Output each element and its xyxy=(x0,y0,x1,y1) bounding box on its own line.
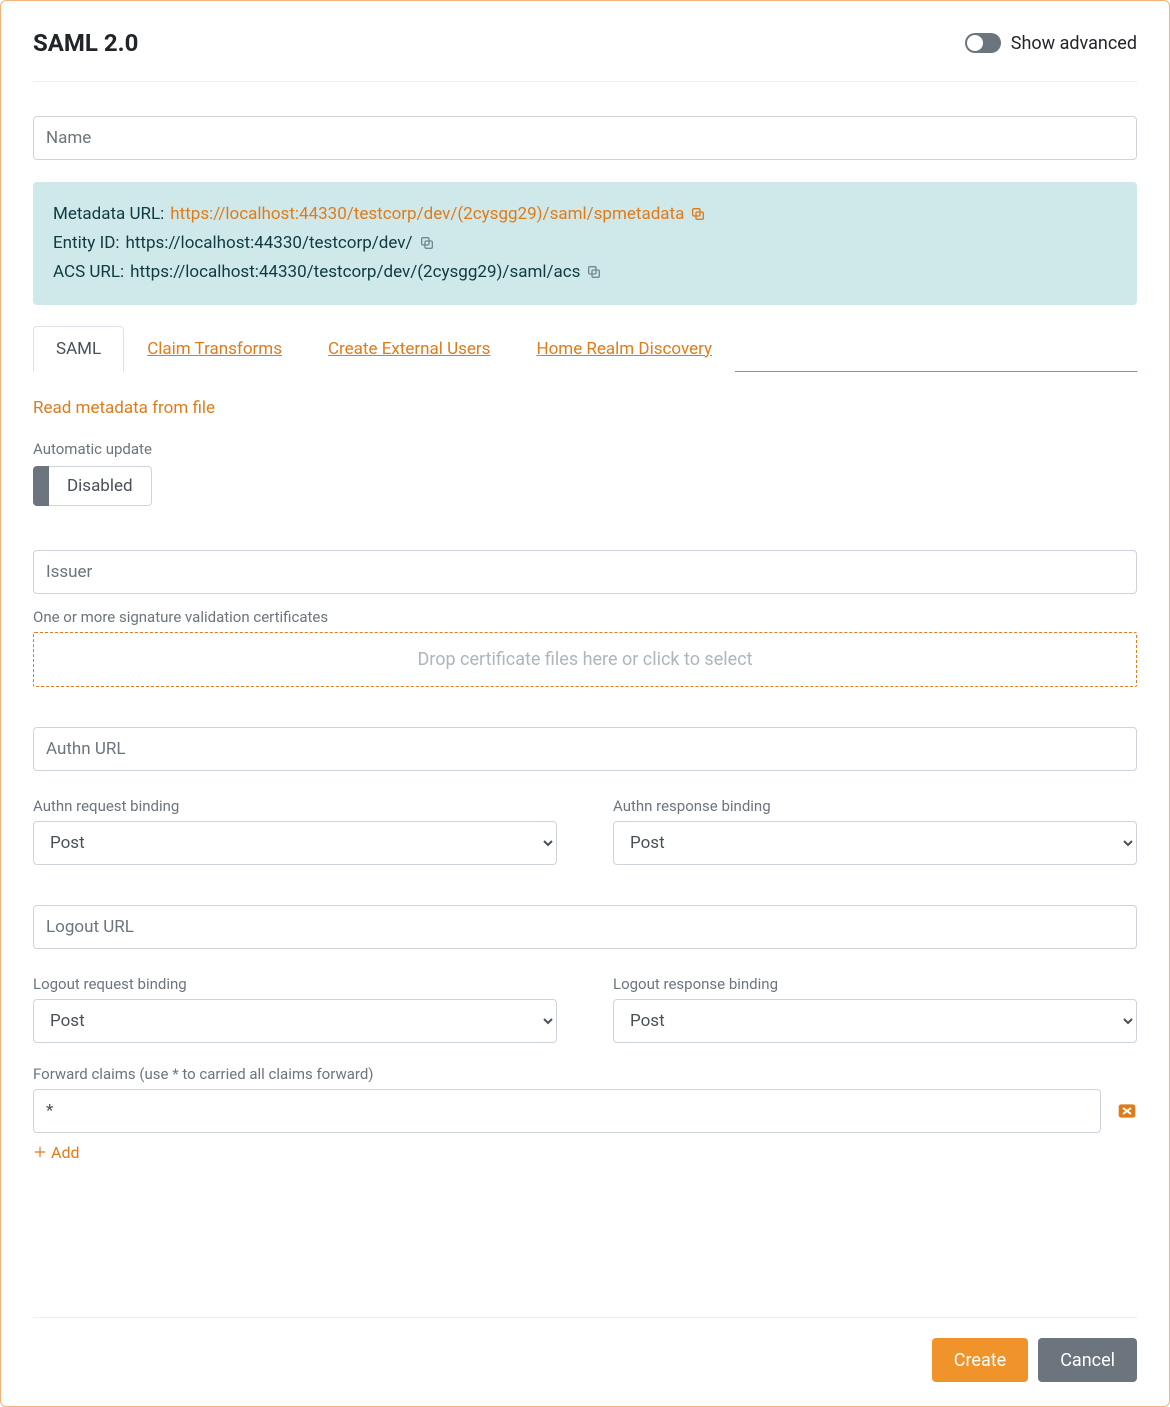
tab-claim-transforms[interactable]: Claim Transforms xyxy=(124,326,305,372)
tab-bar: SAML Claim Transforms Create External Us… xyxy=(33,325,1137,372)
add-claim-button[interactable]: Add xyxy=(33,1143,79,1162)
automatic-update-toggle[interactable]: Disabled xyxy=(33,466,152,506)
logout-url-field[interactable] xyxy=(33,905,1137,949)
cert-label: One or more signature validation certifi… xyxy=(33,608,1137,626)
panel-header: SAML 2.0 Show advanced xyxy=(33,29,1137,82)
tab-create-external-users[interactable]: Create External Users xyxy=(305,326,514,372)
authn-request-binding-select[interactable]: Post xyxy=(33,821,557,865)
saml-config-panel: SAML 2.0 Show advanced Metadata URL: htt… xyxy=(0,0,1170,1407)
add-label: Add xyxy=(51,1143,79,1162)
copy-icon[interactable] xyxy=(586,264,602,280)
automatic-update-value: Disabled xyxy=(49,466,152,506)
toggle-icon xyxy=(965,33,1001,53)
show-advanced-label: Show advanced xyxy=(1011,33,1137,54)
metadata-url-link[interactable]: https://localhost:44330/testcorp/dev/(2c… xyxy=(170,200,684,229)
issuer-field[interactable] xyxy=(33,550,1137,594)
copy-icon[interactable] xyxy=(419,235,435,251)
logout-response-binding-select[interactable]: Post xyxy=(613,999,1137,1043)
logout-request-binding-select[interactable]: Post xyxy=(33,999,557,1043)
create-button[interactable]: Create xyxy=(932,1338,1028,1382)
name-field[interactable] xyxy=(33,116,1137,160)
authn-url-field[interactable] xyxy=(33,727,1137,771)
footer-actions: Create Cancel xyxy=(33,1317,1137,1382)
logout-response-binding-label: Logout response binding xyxy=(613,975,1137,993)
authn-request-binding-label: Authn request binding xyxy=(33,797,557,815)
plus-icon xyxy=(33,1145,47,1159)
metadata-info-box: Metadata URL: https://localhost:44330/te… xyxy=(33,182,1137,305)
forward-claims-field[interactable] xyxy=(33,1089,1101,1133)
authn-response-binding-label: Authn response binding xyxy=(613,797,1137,815)
cert-dropzone[interactable]: Drop certificate files here or click to … xyxy=(33,632,1137,687)
metadata-url-label: Metadata URL: xyxy=(53,200,164,229)
automatic-update-label: Automatic update xyxy=(33,440,1137,458)
tab-home-realm-discovery[interactable]: Home Realm Discovery xyxy=(513,326,735,372)
show-advanced-toggle[interactable]: Show advanced xyxy=(965,33,1137,54)
entity-id-value: https://localhost:44330/testcorp/dev/ xyxy=(125,229,412,258)
read-metadata-link[interactable]: Read metadata from file xyxy=(33,398,215,418)
page-title: SAML 2.0 xyxy=(33,29,138,57)
entity-id-label: Entity ID: xyxy=(53,229,119,258)
acs-url-label: ACS URL: xyxy=(53,258,124,287)
toggle-handle-icon xyxy=(33,466,49,506)
logout-request-binding-label: Logout request binding xyxy=(33,975,557,993)
authn-response-binding-select[interactable]: Post xyxy=(613,821,1137,865)
tab-saml[interactable]: SAML xyxy=(33,326,124,372)
acs-url-value: https://localhost:44330/testcorp/dev/(2c… xyxy=(130,258,580,287)
copy-icon[interactable] xyxy=(690,206,706,222)
delete-icon[interactable] xyxy=(1117,1101,1137,1121)
forward-claims-label: Forward claims (use * to carried all cla… xyxy=(33,1065,1137,1083)
cancel-button[interactable]: Cancel xyxy=(1038,1338,1137,1382)
